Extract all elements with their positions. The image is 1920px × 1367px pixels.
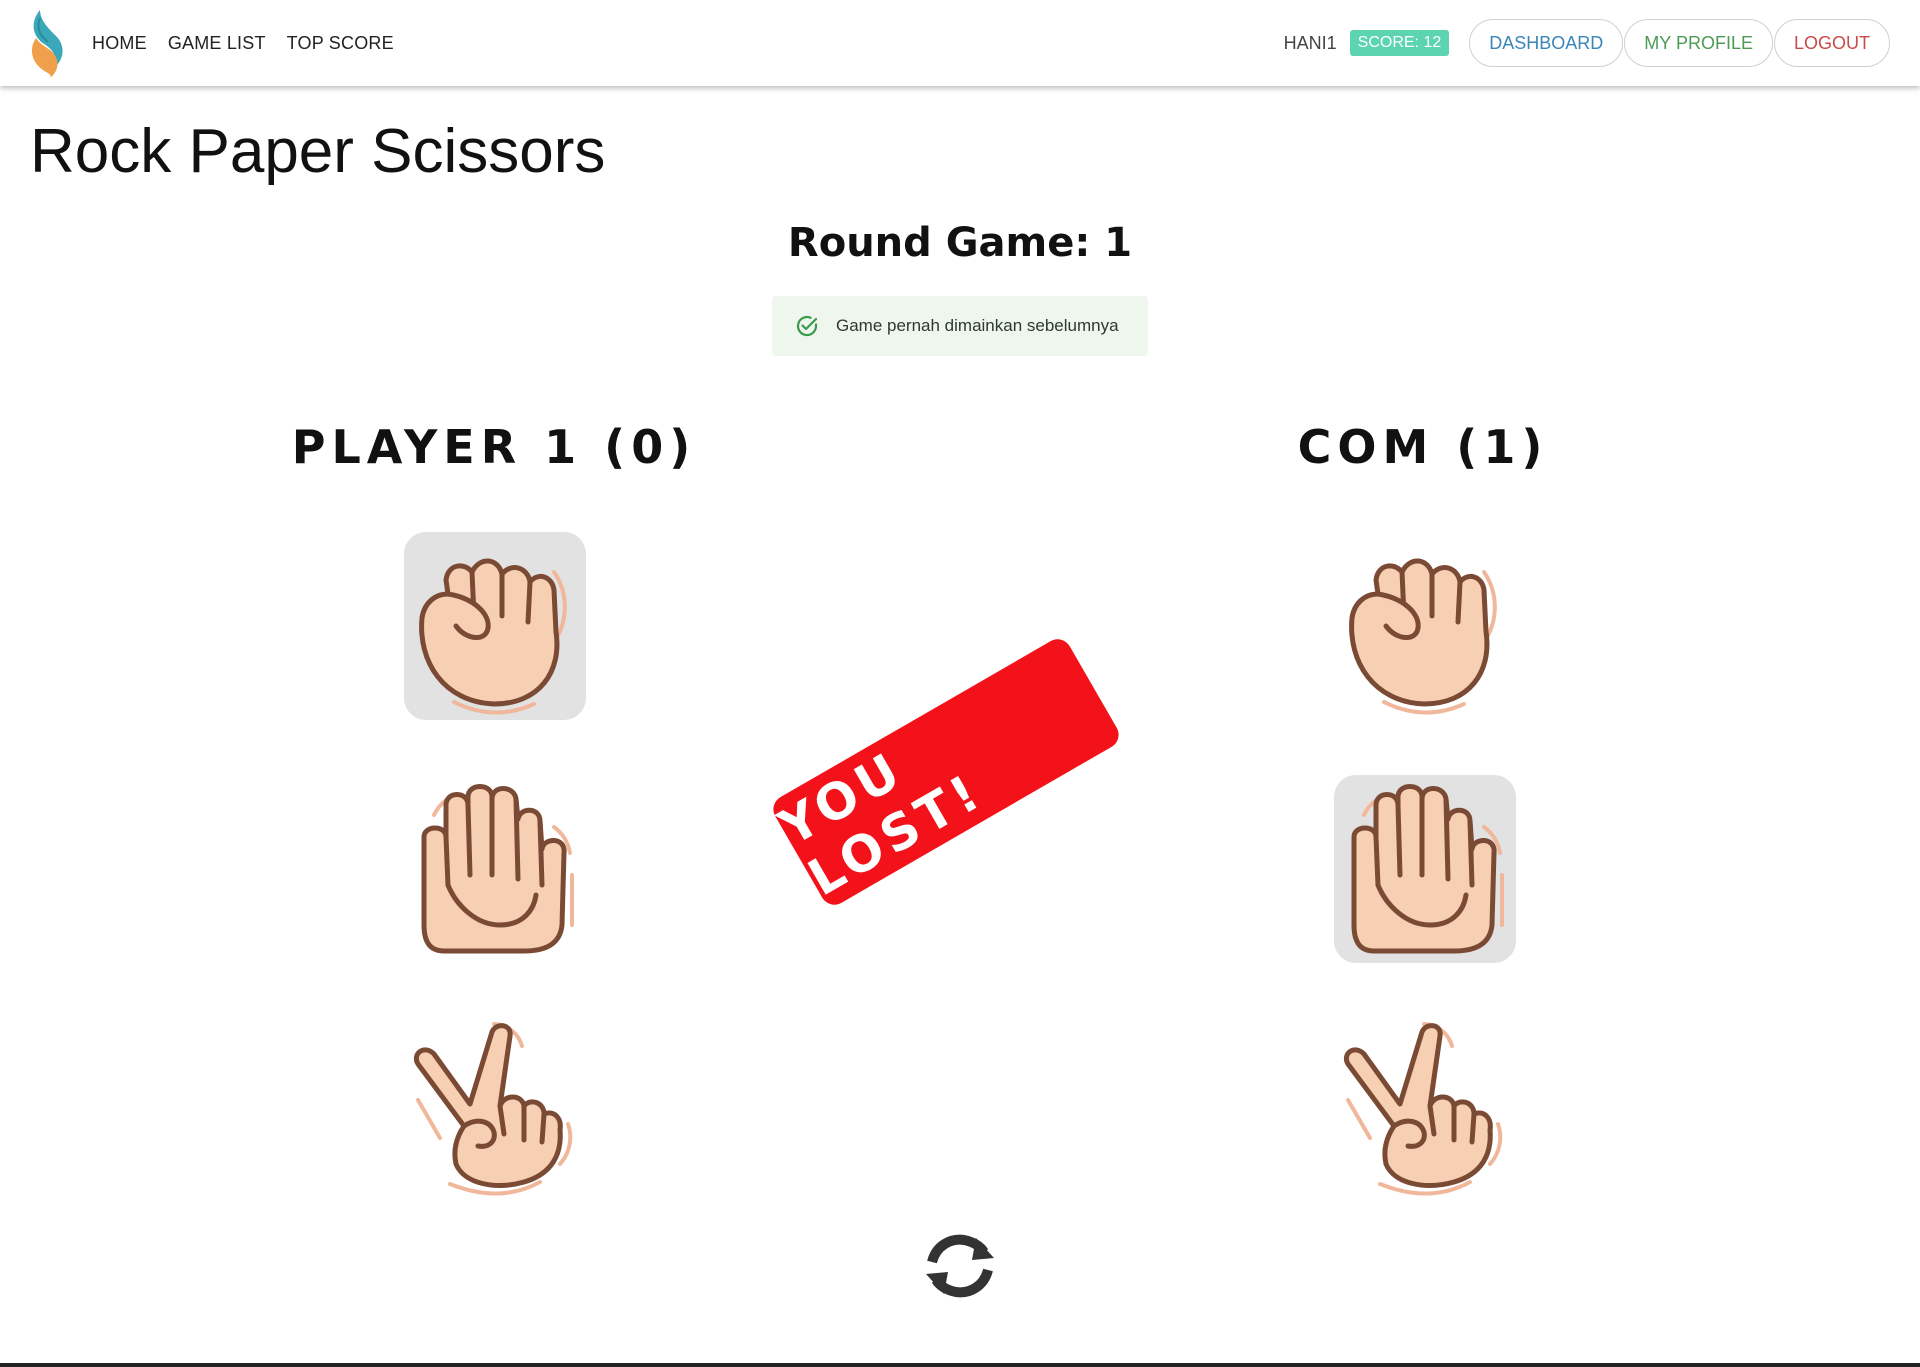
rock-hand-icon — [404, 532, 586, 720]
result-text: YOU LOST! — [769, 740, 993, 908]
round-label: Round Game: 1 — [787, 220, 1133, 266]
scissors-hand-icon — [404, 1014, 586, 1202]
com-paper-choice — [1334, 775, 1516, 963]
dashboard-button[interactable]: DASHBOARD — [1469, 19, 1624, 67]
footer-divider — [0, 1363, 1920, 1367]
page-title: Rock Paper Scissors — [30, 117, 606, 186]
alert-text: Game pernah dimainkan sebelumnya — [836, 316, 1119, 335]
player1-name: PLAYER 1 (0) — [291, 420, 697, 474]
nav-link-top-score[interactable]: TOP SCORE — [287, 33, 394, 54]
game-page: HOME GAME LIST TOP SCORE HANI1 SCORE: 12… — [0, 0, 1920, 1367]
player1-rock-choice[interactable] — [404, 532, 586, 720]
refresh-icon[interactable] — [920, 1232, 1000, 1300]
nav-user-area: HANI1 SCORE: 12 DASHBOARD MY PROFILE LOG… — [1284, 0, 1890, 86]
check-circle-icon — [796, 316, 818, 337]
nav-link-game-list[interactable]: GAME LIST — [168, 33, 266, 54]
com-name: COM (1) — [1297, 420, 1549, 474]
username-label: HANI1 — [1283, 32, 1337, 53]
top-navbar: HOME GAME LIST TOP SCORE HANI1 SCORE: 12… — [0, 0, 1920, 86]
info-alert: Game pernah dimainkan sebelumnya — [772, 296, 1148, 356]
player1-scissors-choice[interactable] — [404, 1014, 586, 1202]
player1-paper-choice[interactable] — [404, 775, 586, 963]
nav-links: HOME GAME LIST TOP SCORE — [92, 0, 415, 86]
brand-logo-icon[interactable] — [26, 8, 70, 78]
my-profile-button[interactable]: MY PROFILE — [1624, 19, 1773, 67]
paper-hand-icon — [1334, 775, 1516, 963]
paper-hand-icon — [404, 775, 586, 963]
result-banner: YOU LOST! — [768, 634, 1124, 910]
scissors-hand-icon — [1334, 1014, 1516, 1202]
score-badge: SCORE: 12 — [1349, 30, 1450, 56]
com-rock-choice — [1334, 532, 1516, 720]
logout-button[interactable]: LOGOUT — [1773, 19, 1890, 67]
nav-link-home[interactable]: HOME — [92, 33, 147, 54]
rock-hand-icon — [1334, 532, 1516, 720]
com-scissors-choice — [1334, 1014, 1516, 1202]
